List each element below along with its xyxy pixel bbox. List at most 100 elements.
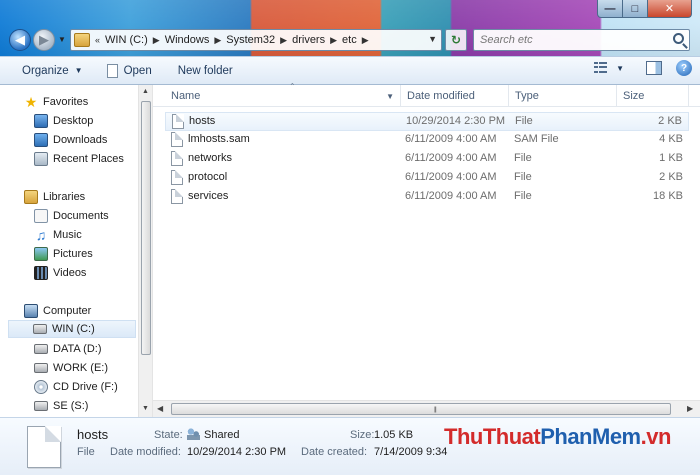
nav-favorites[interactable]: ★ Favorites bbox=[24, 93, 89, 111]
navigation-pane: ★ Favorites Desktop Downloads Recent Pla… bbox=[0, 85, 152, 417]
grip-icon: ||| bbox=[434, 407, 437, 413]
breadcrumb-overflow[interactable]: « bbox=[95, 35, 100, 45]
nav-libraries[interactable]: Libraries bbox=[24, 188, 85, 206]
table-row[interactable]: networks 6/11/2009 4:00 AM File 1 KB bbox=[165, 150, 689, 169]
column-headers: Name ⌃ ▼ Date modified Type Size bbox=[153, 82, 700, 107]
column-header-date[interactable]: Date modified bbox=[401, 85, 509, 107]
nav-label: Libraries bbox=[43, 191, 86, 203]
details-date-created-label: Date created: bbox=[301, 446, 368, 458]
nav-label: Videos bbox=[53, 267, 87, 279]
chevron-right-icon[interactable]: ▶ bbox=[214, 35, 221, 46]
search-box[interactable] bbox=[473, 29, 690, 51]
nav-music[interactable]: ♫ Music bbox=[34, 226, 82, 244]
new-folder-button[interactable]: New folder bbox=[170, 60, 241, 82]
search-input[interactable] bbox=[474, 30, 664, 50]
preview-pane-icon[interactable] bbox=[646, 61, 662, 75]
nav-drive-c[interactable]: WIN (C:) bbox=[8, 320, 136, 338]
column-header-type[interactable]: Type bbox=[509, 85, 617, 107]
nav-drive-f[interactable]: CD Drive (F:) bbox=[34, 378, 118, 396]
nav-label: Music bbox=[53, 229, 82, 241]
nav-drive-e[interactable]: WORK (E:) bbox=[34, 359, 108, 377]
nav-label: Downloads bbox=[53, 134, 108, 146]
chevron-right-icon[interactable]: ▶ bbox=[362, 35, 369, 46]
column-label: Size bbox=[623, 90, 645, 102]
scroll-right-icon[interactable]: ▶ bbox=[687, 404, 693, 413]
file-list: Name ⌃ ▼ Date modified Type Size hosts 1… bbox=[152, 82, 700, 417]
nav-downloads[interactable]: Downloads bbox=[34, 131, 107, 149]
breadcrumb-item[interactable]: System32 bbox=[226, 34, 275, 46]
details-date-modified-label: Date modified: bbox=[110, 446, 181, 458]
file-icon bbox=[171, 189, 183, 204]
table-row[interactable]: protocol 6/11/2009 4:00 AM File 2 KB bbox=[165, 169, 689, 188]
watermark-part: PhanMem bbox=[540, 424, 641, 449]
column-header-size[interactable]: Size bbox=[617, 85, 689, 107]
scrollbar-thumb[interactable]: ||| bbox=[171, 403, 671, 415]
file-type: SAM File bbox=[514, 133, 559, 145]
maximize-button[interactable]: □ bbox=[623, 0, 648, 18]
file-size: 2 KB bbox=[658, 115, 682, 127]
scroll-down-icon[interactable]: ▼ bbox=[142, 405, 149, 412]
file-date: 6/11/2009 4:00 AM bbox=[405, 171, 497, 183]
nav-documents[interactable]: Documents bbox=[34, 207, 109, 225]
breadcrumb: « WIN (C:) ▶ Windows ▶ System32 ▶ driver… bbox=[90, 34, 374, 46]
file-date: 6/11/2009 4:00 AM bbox=[405, 152, 497, 164]
file-type: File bbox=[514, 152, 532, 164]
state-value-text: Shared bbox=[204, 429, 240, 441]
breadcrumb-item[interactable]: WIN (C:) bbox=[105, 34, 148, 46]
chevron-right-icon[interactable]: ▶ bbox=[153, 35, 160, 46]
refresh-button[interactable]: ↻ bbox=[445, 29, 467, 51]
change-view-icon[interactable] bbox=[594, 62, 608, 74]
search-icon[interactable] bbox=[673, 33, 684, 44]
file-type: File bbox=[515, 115, 533, 127]
chevron-right-icon[interactable]: ▶ bbox=[280, 35, 287, 46]
watermark-part: ThuThuat bbox=[444, 424, 541, 449]
nav-computer[interactable]: Computer bbox=[24, 302, 91, 320]
address-history-dropdown[interactable]: ▼ bbox=[428, 34, 437, 44]
table-row[interactable]: services 6/11/2009 4:00 AM File 18 KB bbox=[165, 188, 689, 207]
table-row[interactable]: lmhosts.sam 6/11/2009 4:00 AM SAM File 4… bbox=[165, 131, 689, 150]
chevron-right-icon[interactable]: ▶ bbox=[330, 35, 337, 46]
breadcrumb-item[interactable]: etc bbox=[342, 34, 357, 46]
details-date-created-value: 7/14/2009 9:34 bbox=[374, 446, 448, 458]
chevron-down-icon[interactable]: ▼ bbox=[386, 92, 394, 101]
nav-drive-d[interactable]: DATA (D:) bbox=[34, 340, 101, 358]
nav-recent-places[interactable]: Recent Places bbox=[34, 150, 124, 168]
recent-places-icon bbox=[34, 152, 48, 166]
view-options-dropdown-icon[interactable]: ▼ bbox=[616, 64, 624, 73]
nav-drive-s[interactable]: SE (S:) bbox=[34, 397, 88, 415]
videos-icon bbox=[34, 266, 48, 280]
forward-button[interactable]: ▶ bbox=[33, 29, 55, 51]
file-name: protocol bbox=[188, 171, 228, 183]
downloads-icon bbox=[34, 133, 48, 147]
file-size: 2 KB bbox=[659, 171, 683, 183]
details-file-name: hosts bbox=[77, 427, 109, 442]
open-button[interactable]: Open bbox=[99, 60, 160, 82]
help-icon[interactable]: ? bbox=[676, 60, 692, 76]
breadcrumb-item[interactable]: drivers bbox=[292, 34, 325, 46]
nav-label: Computer bbox=[43, 305, 92, 317]
table-row[interactable]: hosts 10/29/2014 2:30 PM File 2 KB bbox=[165, 112, 689, 131]
details-state-label: State: bbox=[154, 429, 183, 441]
address-bar[interactable]: « WIN (C:) ▶ Windows ▶ System32 ▶ driver… bbox=[70, 29, 442, 51]
scrollbar-thumb[interactable] bbox=[141, 101, 151, 355]
nav-label: Documents bbox=[53, 210, 109, 222]
sort-ascending-icon: ⌃ bbox=[289, 82, 296, 91]
nav-label: Favorites bbox=[43, 96, 89, 108]
navigation-pane-scrollbar[interactable]: ▲ ▼ bbox=[138, 85, 152, 417]
breadcrumb-item[interactable]: Windows bbox=[165, 34, 210, 46]
nav-pictures[interactable]: Pictures bbox=[34, 245, 93, 263]
close-button[interactable]: ✕ bbox=[648, 0, 692, 18]
recent-pages-dropdown[interactable]: ▼ bbox=[58, 35, 66, 44]
minimize-button[interactable]: — bbox=[597, 0, 623, 18]
back-button[interactable]: ◀ bbox=[9, 29, 31, 51]
column-header-name[interactable]: Name ⌃ ▼ bbox=[165, 82, 401, 107]
nav-desktop[interactable]: Desktop bbox=[34, 112, 93, 130]
arrow-left-icon: ◀ bbox=[15, 32, 25, 47]
scroll-left-icon[interactable]: ◀ bbox=[157, 404, 163, 413]
organize-button[interactable]: Organize ▼ bbox=[14, 60, 91, 82]
documents-icon bbox=[34, 209, 48, 223]
horizontal-scrollbar[interactable]: ◀ ||| ▶ bbox=[153, 400, 700, 417]
scroll-up-icon[interactable]: ▲ bbox=[142, 88, 149, 95]
nav-label: CD Drive (F:) bbox=[53, 381, 118, 393]
nav-videos[interactable]: Videos bbox=[34, 264, 86, 282]
